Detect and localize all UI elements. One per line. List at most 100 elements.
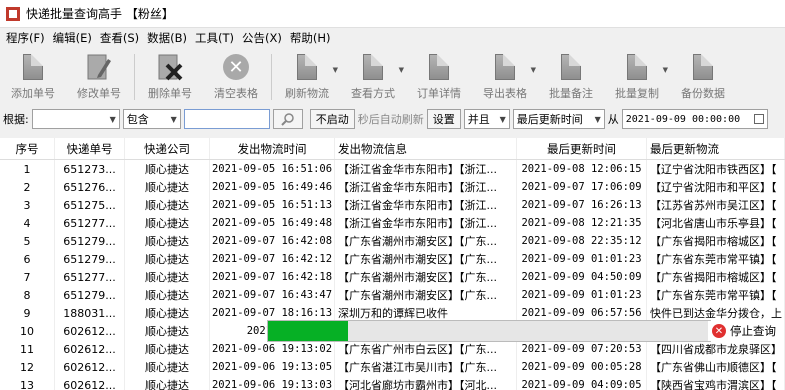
search-icon bbox=[281, 113, 294, 126]
cell-last-update-time: 2021-09-08 12:21:35 bbox=[517, 214, 647, 232]
backup-doc-icon bbox=[693, 54, 713, 80]
col-header-last-update-time[interactable]: 最后更新时间 bbox=[517, 138, 647, 159]
menu-bar: 程序(F) 编辑(E) 查看(S) 数据(B) 工具(T) 公告(X) 帮助(H… bbox=[0, 28, 785, 48]
progress-fill bbox=[268, 321, 348, 341]
menu-edit[interactable]: 编辑(E) bbox=[49, 30, 96, 46]
backup-data-button[interactable]: 备份数据 bbox=[670, 50, 736, 104]
menu-tools[interactable]: 工具(T) bbox=[191, 30, 238, 46]
cell-tracking-number: 602612... bbox=[55, 340, 125, 358]
view-mode-button[interactable]: 查看方式 ▼ bbox=[340, 50, 406, 104]
cell-ship-time: 2021-09-07 16:42:18 bbox=[210, 268, 335, 286]
cell-last-update-time: 2021-09-07 16:26:13 bbox=[517, 196, 647, 214]
export-table-button[interactable]: 导出表格 ▼ bbox=[472, 50, 538, 104]
table-row[interactable]: 6 651279... 顺心捷达 2021-09-07 16:42:12 【广东省潮州市… bbox=[0, 250, 785, 268]
auto-refresh-label: 秒后自动刷新 bbox=[357, 113, 424, 126]
logic-select[interactable]: 并且 ▼ bbox=[463, 109, 510, 129]
cell-index: 7 bbox=[0, 268, 55, 286]
order-detail-button[interactable]: 订单详情 bbox=[406, 50, 472, 104]
cell-courier: 顺心捷达 bbox=[125, 196, 210, 214]
delete-number-button[interactable]: 删除单号 bbox=[137, 50, 203, 104]
cell-last-update-info: 【广东省东莞市常平镇】【 bbox=[647, 250, 785, 268]
table-row[interactable]: 8 651279... 顺心捷达 2021-09-07 16:43:47 【广东省潮州市… bbox=[0, 286, 785, 304]
cell-index: 4 bbox=[0, 214, 55, 232]
chevron-down-icon: ▼ bbox=[594, 114, 601, 124]
table-row[interactable]: 11 602612... 顺心捷达 2021-09-06 19:13:02 【广东省广州… bbox=[0, 340, 785, 358]
table-row[interactable]: 2 651276... 顺心捷达 2021-09-05 16:49:46 【浙江省金华市… bbox=[0, 178, 785, 196]
cell-index: 12 bbox=[0, 358, 55, 376]
add-number-button[interactable]: 添加单号 bbox=[0, 50, 66, 104]
menu-program[interactable]: 程序(F) bbox=[2, 30, 49, 46]
cell-courier: 顺心捷达 bbox=[125, 376, 210, 390]
edit-number-button[interactable]: 修改单号 bbox=[66, 50, 132, 104]
cell-courier: 顺心捷达 bbox=[125, 304, 210, 322]
cell-tracking-number: 651279... bbox=[55, 286, 125, 304]
toolbar-separator bbox=[271, 54, 272, 100]
cell-last-update-time: 2021-09-07 17:06:09 bbox=[517, 178, 647, 196]
dropdown-arrow-icon[interactable]: ▼ bbox=[333, 66, 338, 74]
cell-courier: 顺心捷达 bbox=[125, 178, 210, 196]
col-header-ship-time[interactable]: 发出物流时间 bbox=[210, 138, 335, 159]
cell-ship-time: 2021-09-07 16:43:47 bbox=[210, 286, 335, 304]
cell-ship-time: 2021-09-05 16:49:48 bbox=[210, 214, 335, 232]
stop-query-label: 停止查询 bbox=[730, 324, 776, 338]
dropdown-arrow-icon[interactable]: ▼ bbox=[663, 66, 668, 74]
time-field-select[interactable]: 最后更新时间 ▼ bbox=[512, 109, 605, 129]
from-label: 从 bbox=[607, 113, 619, 126]
table-row[interactable]: 5 651279... 顺心捷达 2021-09-07 16:42:08 【广东省潮州市… bbox=[0, 232, 785, 250]
cell-courier: 顺心捷达 bbox=[125, 232, 210, 250]
cell-tracking-number: 651277... bbox=[55, 214, 125, 232]
col-header-courier[interactable]: 快递公司 bbox=[125, 138, 210, 159]
match-select[interactable]: 包含 ▼ bbox=[122, 109, 181, 129]
cell-index: 5 bbox=[0, 232, 55, 250]
table-row[interactable]: 3 651275... 顺心捷达 2021-09-05 16:51:13 【浙江省金华市… bbox=[0, 196, 785, 214]
batch-copy-icon bbox=[627, 54, 647, 80]
cell-last-update-info: 【河北省唐山市乐亭县】【 bbox=[647, 214, 785, 232]
table-row[interactable]: 7 651277... 顺心捷达 2021-09-07 16:42:18 【广东省潮州市… bbox=[0, 268, 785, 286]
cell-ship-time: 2021-09-05 16:51:13 bbox=[210, 196, 335, 214]
chevron-down-icon: ▼ bbox=[499, 114, 506, 124]
app-logo-icon bbox=[6, 6, 20, 21]
col-header-index[interactable]: 序号 bbox=[0, 138, 55, 159]
table-row[interactable]: 4 651277... 顺心捷达 2021-09-05 16:49:48 【浙江省金华市… bbox=[0, 214, 785, 232]
menu-data[interactable]: 数据(B) bbox=[143, 30, 191, 46]
export-doc-icon bbox=[495, 54, 515, 80]
dropdown-arrow-icon[interactable]: ▼ bbox=[399, 66, 404, 74]
cell-tracking-number: 602612... bbox=[55, 358, 125, 376]
col-header-ship-info[interactable]: 发出物流信息 bbox=[335, 138, 517, 159]
not-started-button[interactable]: 不启动 bbox=[309, 109, 355, 129]
title-bar: 快递批量查询高手 【粉丝】 bbox=[0, 0, 785, 28]
settings-button[interactable]: 设置 bbox=[426, 109, 461, 129]
menu-notice[interactable]: 公告(X) bbox=[238, 30, 286, 46]
filter-bar: 根据: ▼ 包含 ▼ 不启动 秒后自动刷新 设置 并且 ▼ 最后更新时间 ▼ 从 20… bbox=[0, 106, 785, 132]
cell-last-update-info: 【辽宁省沈阳市铁西区】【 bbox=[647, 160, 785, 178]
cell-last-update-info: 【广东省揭阳市榕城区】【 bbox=[647, 232, 785, 250]
cell-last-update-info: 【辽宁省沈阳市和平区】【 bbox=[647, 178, 785, 196]
clear-table-button[interactable]: ✕ 清空表格 bbox=[203, 50, 269, 104]
col-header-tracking-number[interactable]: 快递单号 bbox=[55, 138, 125, 159]
delete-x-icon bbox=[158, 54, 183, 81]
batch-note-button[interactable]: 批量备注 bbox=[538, 50, 604, 104]
chevron-down-icon: ▼ bbox=[170, 114, 177, 124]
cell-courier: 顺心捷达 bbox=[125, 340, 210, 358]
refresh-logistics-button[interactable]: 刷新物流 ▼ bbox=[274, 50, 340, 104]
cell-last-update-info: 【广东省东莞市常平镇】【 bbox=[647, 286, 785, 304]
search-input[interactable] bbox=[183, 109, 270, 129]
field-select[interactable]: ▼ bbox=[31, 109, 120, 129]
cell-ship-info: 【浙江省金华市东阳市】【浙江... bbox=[335, 160, 517, 178]
search-button[interactable] bbox=[272, 109, 303, 129]
table-row[interactable]: 13 602612... 顺心捷达 2021-09-06 19:13:03 【河北省廊坊… bbox=[0, 376, 785, 390]
table-row[interactable]: 1 651273... 顺心捷达 2021-09-05 16:51:06 【浙江省金华市… bbox=[0, 160, 785, 178]
stop-query-button[interactable]: ✕ 停止查询 bbox=[708, 321, 780, 341]
batch-copy-button[interactable]: 批量复制 ▼ bbox=[604, 50, 670, 104]
cell-last-update-info: 【广东省揭阳市榕城区】【 bbox=[647, 268, 785, 286]
dropdown-arrow-icon[interactable]: ▼ bbox=[531, 66, 536, 74]
document-add-icon bbox=[23, 54, 43, 80]
col-header-last-update-info[interactable]: 最后更新物流 bbox=[647, 138, 785, 159]
table-row[interactable]: 12 602612... 顺心捷达 2021-09-06 19:13:05 【广东省湛江… bbox=[0, 358, 785, 376]
menu-help[interactable]: 帮助(H) bbox=[286, 30, 335, 46]
cell-ship-info: 【广东省潮州市潮安区】【广东... bbox=[335, 250, 517, 268]
cell-index: 8 bbox=[0, 286, 55, 304]
from-date-picker[interactable]: 2021-09-09 00:00:00 bbox=[621, 109, 768, 129]
menu-view[interactable]: 查看(S) bbox=[96, 30, 143, 46]
cell-ship-info: 【广东省潮州市潮安区】【广东... bbox=[335, 286, 517, 304]
